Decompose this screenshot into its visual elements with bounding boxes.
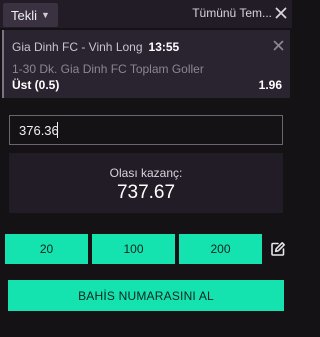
- match-name: Gia Dinh FC - Vinh Long: [12, 40, 143, 54]
- match-info: Gia Dinh FC - Vinh Long 13:55: [12, 40, 179, 54]
- quick-stake-button[interactable]: 20: [5, 234, 88, 264]
- betslip: Tekli ▼ Tümünü Tem... Gia Dinh FC - Vinh…: [0, 0, 292, 337]
- market-name: 1-30 Dk. Gia Dinh FC Toplam Goller: [12, 62, 204, 76]
- possible-winnings-label: Olası kazanç:: [109, 166, 183, 180]
- outcome-name: Üst (0.5): [12, 78, 60, 92]
- stake-input[interactable]: [9, 115, 283, 145]
- close-icon[interactable]: [275, 7, 287, 19]
- close-icon[interactable]: [273, 40, 284, 51]
- text-cursor: [57, 122, 58, 138]
- bet-type-label: Tekli: [11, 7, 38, 23]
- match-time: 13:55: [148, 40, 180, 54]
- edit-icon[interactable]: [270, 241, 286, 257]
- possible-winnings-value: 737.67: [116, 182, 176, 203]
- selection-card: Gia Dinh FC - Vinh Long 13:55 1-30 Dk. Gi…: [2, 30, 290, 98]
- get-bet-code-button[interactable]: BAHİS NUMARASINI AL: [8, 280, 284, 311]
- betslip-header: Tekli ▼ Tümünü Tem...: [0, 0, 292, 28]
- quick-stake-button[interactable]: 200: [179, 234, 262, 264]
- possible-winnings-panel: Olası kazanç: 737.67: [9, 153, 283, 213]
- bet-type-dropdown[interactable]: Tekli ▼: [3, 3, 58, 27]
- clear-all-link[interactable]: Tümünü Tem...: [192, 6, 272, 20]
- quick-stake-button[interactable]: 100: [92, 234, 175, 264]
- chevron-down-icon: ▼: [41, 10, 50, 20]
- odds-value: 1.96: [258, 78, 282, 92]
